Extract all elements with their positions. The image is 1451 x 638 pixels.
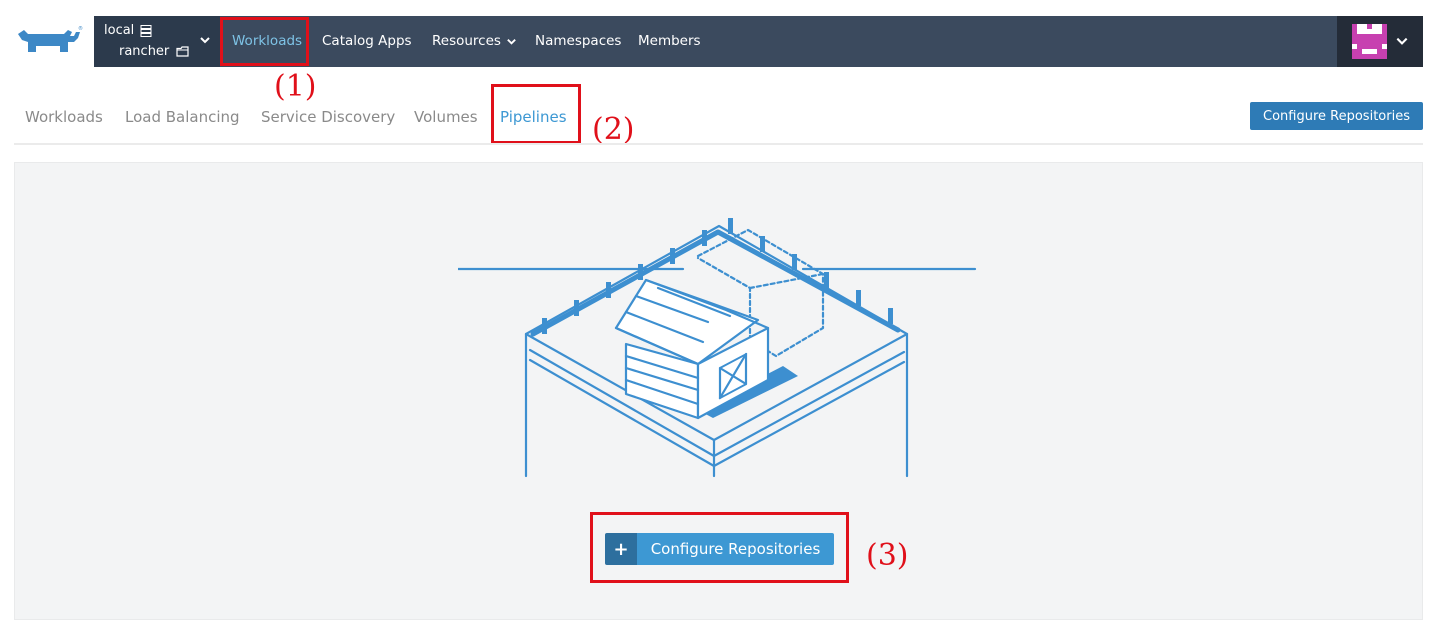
tab-volumes[interactable]: Volumes — [414, 108, 478, 126]
chevron-down-icon — [1396, 37, 1408, 45]
chevron-down-icon — [200, 37, 210, 44]
nav-members[interactable]: Members — [638, 16, 701, 67]
chevron-down-icon — [507, 39, 516, 45]
cluster-name: local — [104, 23, 135, 38]
pipeline-farm-illustration — [458, 218, 977, 478]
rancher-logo[interactable]: ® — [14, 24, 84, 60]
tabs-divider — [14, 143, 1423, 145]
cluster-icon — [140, 24, 152, 37]
annotation-label-2: (2) — [592, 112, 635, 147]
project-name: rancher — [119, 44, 170, 59]
nav-resources[interactable]: Resources — [432, 16, 517, 67]
user-menu[interactable] — [1337, 16, 1423, 67]
annotation-label-1: (1) — [274, 69, 317, 104]
annotation-box-2 — [491, 84, 581, 144]
user-avatar — [1352, 24, 1387, 59]
project-icon — [176, 46, 189, 57]
tab-workloads[interactable]: Workloads — [25, 108, 103, 126]
nav-catalog-apps[interactable]: Catalog Apps — [322, 16, 412, 67]
tab-load-balancing[interactable]: Load Balancing — [125, 108, 240, 126]
nav-namespaces[interactable]: Namespaces — [535, 16, 621, 67]
annotation-box-3 — [590, 512, 849, 583]
annotation-label-3: (3) — [866, 538, 909, 573]
cluster-project-switcher[interactable]: local rancher — [94, 16, 220, 67]
tab-service-discovery[interactable]: Service Discovery — [261, 108, 395, 126]
configure-repositories-button-top[interactable]: Configure Repositories — [1250, 102, 1423, 130]
annotation-box-1 — [220, 17, 309, 66]
svg-text:®: ® — [78, 25, 83, 32]
